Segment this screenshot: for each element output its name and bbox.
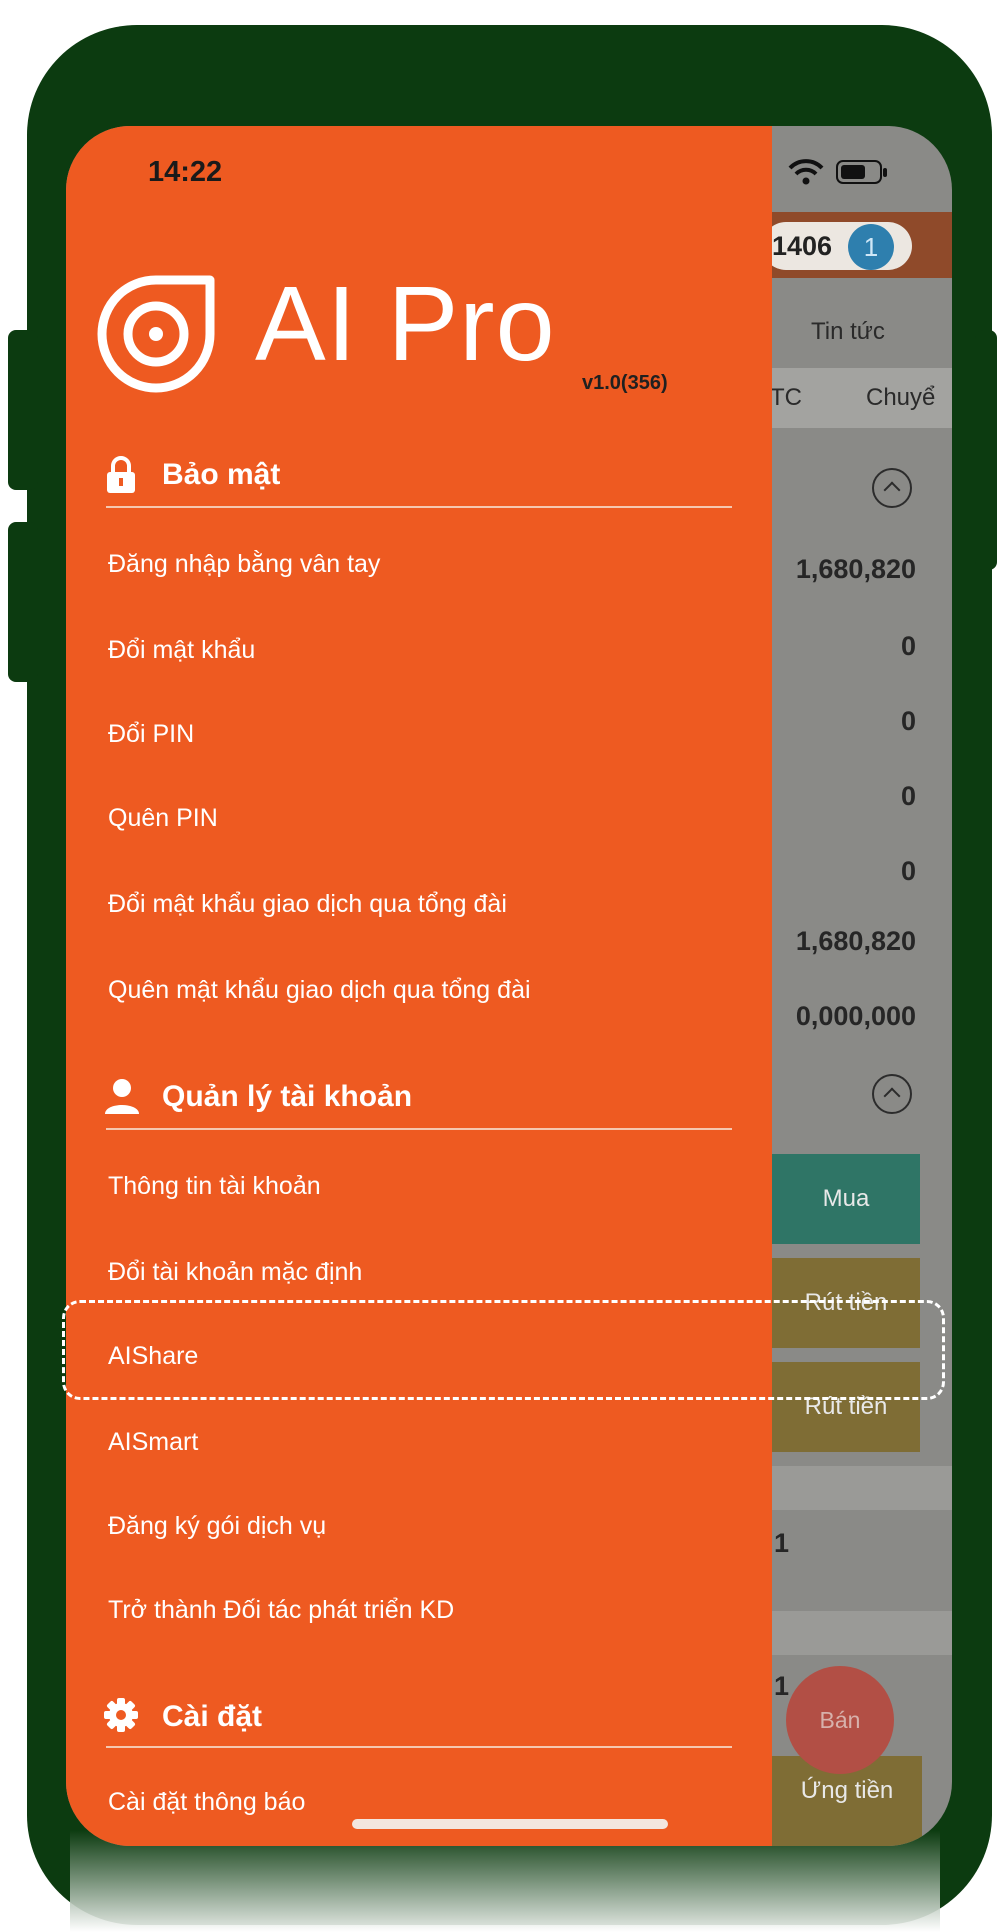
- collapse-chevron-icon[interactable]: [872, 1074, 912, 1114]
- small-value: 1: [774, 1528, 790, 1558]
- menu-item-change-default-account[interactable]: Đổi tài khoản mặc định: [108, 1258, 362, 1287]
- notification-badge[interactable]: 1: [848, 224, 894, 270]
- section-divider: [106, 1128, 732, 1130]
- balance-value: 1,680,820: [795, 554, 916, 584]
- section-title-account: Quản lý tài khoản: [162, 1080, 413, 1113]
- navigation-drawer: 14:22 AI Pro v1.0(356) Bảo mật Đăng nhập…: [66, 126, 772, 1846]
- buy-button[interactable]: Mua: [772, 1154, 920, 1244]
- balance-value: 0: [900, 706, 916, 736]
- sell-fab[interactable]: Bán: [786, 1666, 894, 1774]
- home-indicator: [352, 1819, 668, 1829]
- app-logo-wordmark: AI Pro: [255, 265, 556, 383]
- menu-item-forgot-phone-trading-password[interactable]: Quên mật khẩu giao dịch qua tổng đài: [108, 976, 531, 1005]
- collapse-chevron-icon[interactable]: [872, 468, 912, 508]
- menu-item-notification-settings[interactable]: Cài đặt thông báo: [108, 1788, 305, 1817]
- phone-side-button: [8, 522, 38, 682]
- background-divider: [772, 1466, 952, 1510]
- subtab-right[interactable]: Chuyể: [866, 384, 935, 412]
- section-title-settings: Cài đặt: [162, 1700, 263, 1733]
- battery-icon: [836, 160, 888, 186]
- subtab-left[interactable]: TC: [770, 384, 802, 412]
- balance-value: 0,000,000: [795, 1001, 916, 1031]
- menu-item-forgot-pin[interactable]: Quên PIN: [108, 804, 218, 833]
- small-value: 1: [774, 1671, 790, 1701]
- menu-item-register-service[interactable]: Đăng ký gói dịch vụ: [108, 1512, 326, 1541]
- logo-icon: [86, 262, 234, 402]
- status-time: 14:22: [148, 156, 223, 188]
- menu-item-fingerprint-login[interactable]: Đăng nhập bằng vân tay: [108, 550, 380, 579]
- background-divider: [772, 1611, 952, 1655]
- balance-value: 0: [900, 856, 916, 886]
- menu-item-aismart[interactable]: AISmart: [108, 1428, 198, 1457]
- account-number: 1406: [772, 231, 833, 261]
- section-divider: [106, 506, 732, 508]
- menu-item-change-password[interactable]: Đổi mật khẩu: [108, 636, 255, 665]
- phone-screen: 1406 1 Tin tức TC Chuyể 1,680,820 0 0 0 …: [66, 126, 952, 1846]
- menu-item-become-partner[interactable]: Trở thành Đối tác phát triển KD: [108, 1596, 454, 1625]
- gear-icon: [104, 1698, 138, 1732]
- balance-value: 0: [900, 781, 916, 811]
- phone-side-button: [975, 330, 997, 570]
- wifi-icon: [788, 158, 824, 186]
- highlight-box: [62, 1300, 945, 1400]
- balance-value: 1,680,820: [795, 926, 916, 956]
- menu-item-account-info[interactable]: Thông tin tài khoản: [108, 1172, 321, 1201]
- menu-item-change-pin[interactable]: Đổi PIN: [108, 720, 194, 749]
- user-icon: [104, 1078, 140, 1114]
- phone-side-button: [8, 330, 38, 490]
- section-divider: [106, 1746, 732, 1748]
- section-title-security: Bảo mật: [162, 458, 281, 491]
- lock-icon: [106, 456, 136, 494]
- menu-item-change-phone-trading-password[interactable]: Đổi mật khẩu giao dịch qua tổng đài: [108, 890, 507, 919]
- tab-news[interactable]: Tin tức: [811, 318, 885, 346]
- balance-value: 0: [900, 631, 916, 661]
- app-version: v1.0(356): [582, 372, 668, 394]
